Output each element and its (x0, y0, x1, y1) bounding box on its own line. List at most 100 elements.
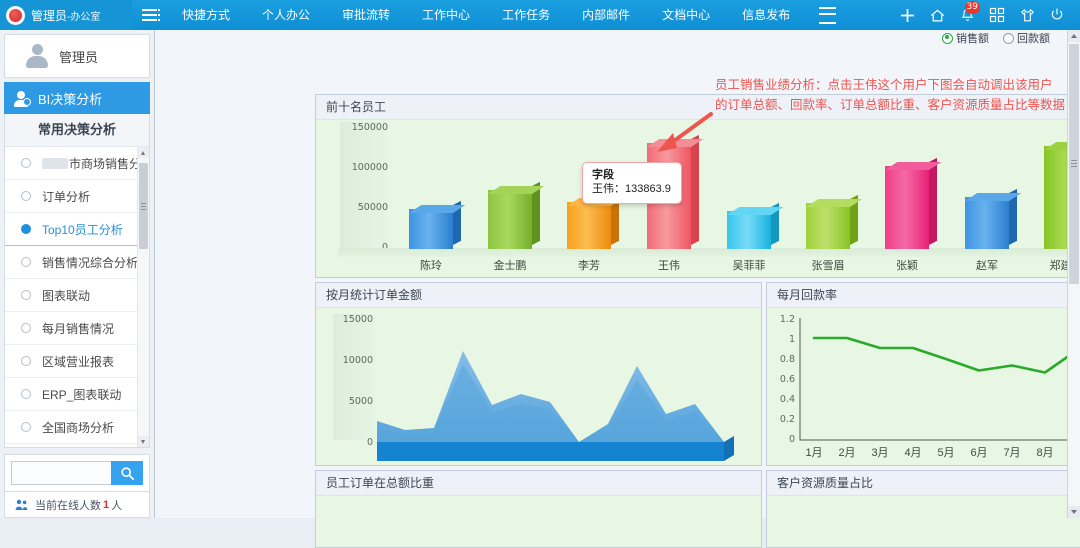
sidebar-item-chart-linkage[interactable]: 图表联动 (5, 279, 138, 312)
sidebar-item-label: 订单分析 (42, 189, 91, 204)
panel-title: 客户资源质量占比 (767, 471, 1080, 496)
bar-zhaojun[interactable] (965, 188, 1022, 249)
radio-sales-amount[interactable]: 销售额 (942, 30, 989, 46)
list-menu-icon[interactable] (132, 9, 166, 21)
x-label-wangwei: 王伟 (658, 260, 680, 272)
tooltip-value-row: 王伟：133863.9 (592, 182, 671, 197)
scroll-up-icon[interactable] (1068, 30, 1080, 42)
menu-item-personal-office[interactable]: 个人办公 (246, 0, 326, 30)
y-tick-100000: 100000 (351, 162, 388, 173)
menu-item-work-task[interactable]: 工作任务 (486, 0, 566, 30)
bar-wufeifei[interactable] (727, 202, 784, 249)
sidebar-item-erp-chart-linkage[interactable]: ERP_图表联动 (5, 378, 138, 411)
sidebar-item-chart-hotspot[interactable]: 图表热点链接 (5, 444, 138, 447)
hamburger-icon[interactable] (806, 6, 848, 24)
annotation-line-1: 员工销售业绩分析：点击王伟这个用户下图会自动调出该用户 (715, 78, 1053, 92)
customer-quality-chart-area (767, 496, 1080, 547)
line-chart: 1.2 1 0.8 0.6 0.4 0.2 0 1月 2月 3月 4月 5月 6… (767, 308, 1080, 465)
search-button[interactable] (111, 461, 143, 485)
x-label-lifang: 李芳 (578, 260, 600, 272)
panel-title: 按月统计订单金额 (316, 283, 761, 308)
search-input[interactable] (11, 461, 111, 485)
menu-item-work-center[interactable]: 工作中心 (406, 0, 486, 30)
top-navigation-bar: 管理员-办公室 快捷方式 个人办公 审批流转 工作中心 工作任务 内部邮件 文档… (0, 0, 1080, 30)
bar-zhangying[interactable] (885, 157, 942, 249)
radio-icon (21, 389, 31, 399)
shirt-icon[interactable] (1012, 0, 1042, 30)
x-label-12: 12月 (716, 462, 760, 465)
annotation-line-2: 的订单总额、回款率、订单总额比重、客户资源质量占比等数据 (715, 98, 1066, 112)
brand-user-label: 管理员-办公室 (31, 7, 100, 24)
panel-title: 每月回款率 (767, 283, 1080, 308)
sidebar-scrollbar[interactable] (137, 147, 149, 447)
radio-label: 回款额 (1017, 33, 1050, 45)
chart-tooltip: 字段 王伟：133863.9 (582, 162, 682, 204)
sidebar-item-national-mall[interactable]: 全国商场分析 (5, 411, 138, 444)
sidebar-user-name: 管理员 (59, 49, 99, 65)
scroll-thumb[interactable] (139, 163, 148, 249)
sidebar-item-top10-employee[interactable]: Top10员工分析 (5, 213, 138, 246)
bar-chenling[interactable] (409, 200, 466, 249)
plus-icon[interactable] (892, 0, 922, 30)
sidebar-module-label: BI决策分析 (38, 91, 103, 107)
y-axis-band (340, 122, 388, 248)
scroll-down-icon[interactable] (1068, 506, 1080, 518)
sidebar-item-label: 图表联动 (42, 288, 91, 303)
brand-dept-name: -办公室 (67, 11, 101, 23)
x-label-zhaojun: 赵军 (976, 260, 998, 272)
sidebar-module-bi[interactable]: BI决策分析 (4, 82, 150, 114)
menu-item-internal-mail[interactable]: 内部邮件 (566, 0, 646, 30)
panel-title: 员工订单在总额比重 (316, 471, 761, 496)
people-icon (15, 499, 29, 511)
sidebar-item-monthly-sales[interactable]: 每月销售情况 (5, 312, 138, 345)
apps-grid-icon[interactable] (982, 0, 1012, 30)
menu-item-document-center[interactable]: 文档中心 (646, 0, 726, 30)
sidebar-item-sales-comprehensive[interactable]: 销售情况综合分析 (5, 246, 138, 279)
annotation-arrow-icon (657, 112, 713, 152)
scroll-down-icon[interactable] (138, 436, 149, 447)
panel-monthly-recovery-rate: 每月回款率 1.2 1 0.8 0.6 0.4 0.2 0 1月 2月 3月 4… (766, 282, 1080, 466)
online-suffix-label: 人 (111, 499, 123, 512)
sidebar-item-label: 销售情况综合分析 (42, 255, 138, 270)
x-label-wufeifei: 吴菲菲 (732, 260, 766, 272)
area-series (377, 351, 734, 461)
sidebar-item-label: 市商场销售分析 (42, 155, 138, 172)
radio-icon (21, 290, 31, 300)
menu-item-approval-flow[interactable]: 审批流转 (326, 0, 406, 30)
home-icon[interactable] (922, 0, 952, 30)
bar-lifang[interactable] (567, 193, 624, 249)
sidebar-item-order-analysis[interactable]: 订单分析 (5, 180, 138, 213)
sidebar-nav-list: 市商场销售分析 订单分析 Top10员工分析 销售情况综合分析 图表联动 (5, 147, 138, 447)
proportion-chart-area (316, 496, 761, 547)
online-prefix-label: 当前在线人数 (35, 499, 101, 512)
bar-zhangxuemei[interactable] (806, 194, 863, 249)
annotation-text: 员工销售业绩分析：点击王伟这个用户下图会自动调出该用户 的订单总额、回款率、订单… (715, 75, 1080, 115)
tooltip-separator: ： (614, 183, 625, 195)
bar-jinshipeng[interactable] (488, 181, 545, 249)
radio-recovery-amount[interactable]: 回款额 (1003, 30, 1050, 46)
radio-icon-selected (21, 224, 31, 234)
menu-item-info-publish[interactable]: 信息发布 (726, 0, 806, 30)
y-tick-50000: 50000 (357, 202, 388, 213)
sidebar-item-label: 每月销售情况 (42, 321, 115, 336)
avatar (24, 43, 50, 69)
app-logo-icon (6, 5, 25, 25)
notification-badge: 39 (964, 1, 980, 14)
menu-item-shortcut[interactable]: 快捷方式 (166, 0, 246, 30)
sidebar-item-city-mall-sales[interactable]: 市商场销售分析 (5, 147, 138, 180)
radio-icon-selected (942, 32, 953, 44)
radio-icon (21, 158, 31, 168)
chart-floor (338, 248, 1080, 257)
power-icon[interactable] (1042, 0, 1072, 30)
sidebar-item-regional-report[interactable]: 区域营业报表 (5, 345, 138, 378)
radio-icon (21, 356, 31, 366)
panel-order-proportion: 员工订单在总额比重 (315, 470, 762, 548)
scroll-up-icon[interactable] (138, 147, 149, 158)
radio-icon (21, 191, 31, 201)
x-label-jinshipeng: 金士鹏 (493, 260, 527, 272)
sidebar-user-box[interactable]: 管理员 (4, 34, 150, 78)
metric-radio-group: 销售额 回款额 (155, 30, 1080, 46)
bell-icon[interactable]: 39 (952, 0, 982, 30)
main-menu: 快捷方式 个人办公 审批流转 工作中心 工作任务 内部邮件 文档中心 信息发布 (166, 0, 806, 30)
brand-user-name: 管理员 (31, 8, 68, 23)
